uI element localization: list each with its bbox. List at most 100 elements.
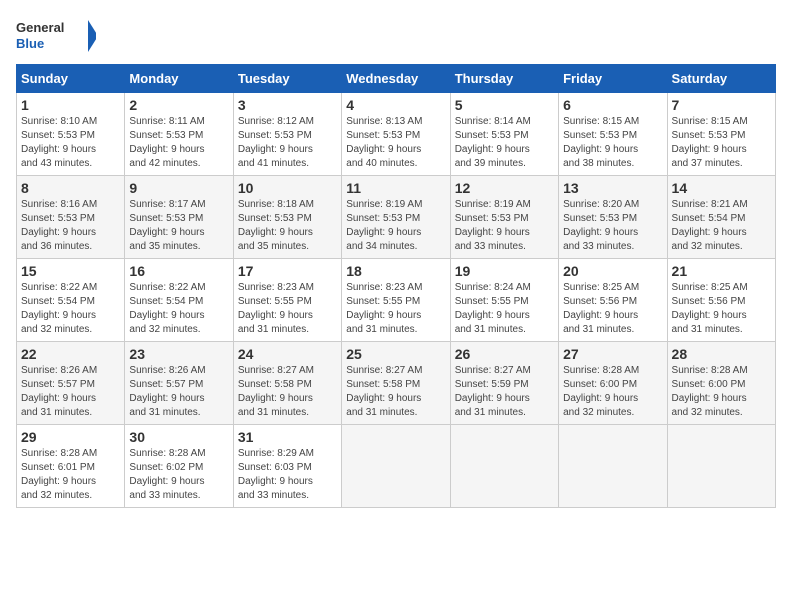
day-info: Sunrise: 8:22 AM Sunset: 5:54 PM Dayligh…: [129, 281, 228, 337]
calendar-header-row: SundayMondayTuesdayWednesdayThursdayFrid…: [17, 65, 776, 93]
calendar-cell: [342, 425, 450, 508]
calendar-week-3: 15 Sunrise: 8:22 AM Sunset: 5:54 PM Dayli…: [17, 259, 776, 342]
calendar-cell: 9 Sunrise: 8:17 AM Sunset: 5:53 PM Daylig…: [125, 176, 233, 259]
day-number: 24: [238, 346, 337, 362]
calendar-cell: 30 Sunrise: 8:28 AM Sunset: 6:02 PM Dayli…: [125, 425, 233, 508]
day-number: 3: [238, 97, 337, 113]
day-info: Sunrise: 8:22 AM Sunset: 5:54 PM Dayligh…: [21, 281, 120, 337]
day-info: Sunrise: 8:15 AM Sunset: 5:53 PM Dayligh…: [672, 115, 771, 171]
logo-svg: General Blue: [16, 16, 96, 56]
day-number: 29: [21, 429, 120, 445]
calendar-cell: 7 Sunrise: 8:15 AM Sunset: 5:53 PM Daylig…: [667, 93, 775, 176]
day-number: 19: [455, 263, 554, 279]
day-info: Sunrise: 8:28 AM Sunset: 6:02 PM Dayligh…: [129, 447, 228, 503]
day-number: 20: [563, 263, 662, 279]
calendar-cell: 5 Sunrise: 8:14 AM Sunset: 5:53 PM Daylig…: [450, 93, 558, 176]
day-number: 27: [563, 346, 662, 362]
day-number: 26: [455, 346, 554, 362]
day-number: 15: [21, 263, 120, 279]
logo: General Blue: [16, 16, 96, 56]
calendar-cell: 16 Sunrise: 8:22 AM Sunset: 5:54 PM Dayli…: [125, 259, 233, 342]
calendar-week-4: 22 Sunrise: 8:26 AM Sunset: 5:57 PM Dayli…: [17, 342, 776, 425]
day-info: Sunrise: 8:28 AM Sunset: 6:00 PM Dayligh…: [563, 364, 662, 420]
day-info: Sunrise: 8:28 AM Sunset: 6:00 PM Dayligh…: [672, 364, 771, 420]
calendar-cell: 18 Sunrise: 8:23 AM Sunset: 5:55 PM Dayli…: [342, 259, 450, 342]
day-number: 14: [672, 180, 771, 196]
svg-text:Blue: Blue: [16, 36, 44, 51]
calendar-cell: 12Sunrise: 8:19 AM Sunset: 5:53 PM Dayli…: [450, 176, 558, 259]
day-info: Sunrise: 8:27 AM Sunset: 5:58 PM Dayligh…: [238, 364, 337, 420]
day-info: Sunrise: 8:11 AM Sunset: 5:53 PM Dayligh…: [129, 115, 228, 171]
calendar-cell: [450, 425, 558, 508]
day-number: 1: [21, 97, 120, 113]
column-header-sunday: Sunday: [17, 65, 125, 93]
calendar-cell: 26 Sunrise: 8:27 AM Sunset: 5:59 PM Dayli…: [450, 342, 558, 425]
calendar-cell: 8 Sunrise: 8:16 AM Sunset: 5:53 PM Daylig…: [17, 176, 125, 259]
day-info: Sunrise: 8:23 AM Sunset: 5:55 PM Dayligh…: [346, 281, 445, 337]
day-number: 11: [346, 180, 445, 196]
day-number: 18: [346, 263, 445, 279]
calendar-cell: 2 Sunrise: 8:11 AM Sunset: 5:53 PM Daylig…: [125, 93, 233, 176]
day-info: Sunrise: 8:26 AM Sunset: 5:57 PM Dayligh…: [21, 364, 120, 420]
day-info: Sunrise: 8:25 AM Sunset: 5:56 PM Dayligh…: [672, 281, 771, 337]
day-info: Sunrise: 8:18 AM Sunset: 5:53 PM Dayligh…: [238, 198, 337, 254]
calendar-cell: [667, 425, 775, 508]
day-info: Sunrise: 8:27 AM Sunset: 5:58 PM Dayligh…: [346, 364, 445, 420]
day-number: 22: [21, 346, 120, 362]
calendar-cell: 3 Sunrise: 8:12 AM Sunset: 5:53 PM Daylig…: [233, 93, 341, 176]
column-header-monday: Monday: [125, 65, 233, 93]
calendar-cell: 20Sunrise: 8:25 AM Sunset: 5:56 PM Dayli…: [559, 259, 667, 342]
calendar-cell: 10 Sunrise: 8:18 AM Sunset: 5:53 PM Dayli…: [233, 176, 341, 259]
calendar-cell: 29 Sunrise: 8:28 AM Sunset: 6:01 PM Dayli…: [17, 425, 125, 508]
day-info: Sunrise: 8:13 AM Sunset: 5:53 PM Dayligh…: [346, 115, 445, 171]
day-number: 16: [129, 263, 228, 279]
day-number: 10: [238, 180, 337, 196]
day-number: 21: [672, 263, 771, 279]
day-info: Sunrise: 8:14 AM Sunset: 5:53 PM Dayligh…: [455, 115, 554, 171]
calendar-cell: 27 Sunrise: 8:28 AM Sunset: 6:00 PM Dayli…: [559, 342, 667, 425]
calendar-cell: 21 Sunrise: 8:25 AM Sunset: 5:56 PM Dayli…: [667, 259, 775, 342]
day-number: 17: [238, 263, 337, 279]
day-number: 23: [129, 346, 228, 362]
calendar-cell: 4 Sunrise: 8:13 AM Sunset: 5:53 PM Daylig…: [342, 93, 450, 176]
calendar-cell: 6 Sunrise: 8:15 AM Sunset: 5:53 PM Daylig…: [559, 93, 667, 176]
day-number: 5: [455, 97, 554, 113]
calendar-cell: 14 Sunrise: 8:21 AM Sunset: 5:54 PM Dayli…: [667, 176, 775, 259]
day-info: Sunrise: 8:29 AM Sunset: 6:03 PM Dayligh…: [238, 447, 337, 503]
day-info: Sunrise: 8:27 AM Sunset: 5:59 PM Dayligh…: [455, 364, 554, 420]
svg-text:General: General: [16, 20, 64, 35]
day-number: 7: [672, 97, 771, 113]
day-number: 2: [129, 97, 228, 113]
day-info: Sunrise: 8:15 AM Sunset: 5:53 PM Dayligh…: [563, 115, 662, 171]
calendar-cell: 11 Sunrise: 8:19 AM Sunset: 5:53 PM Dayli…: [342, 176, 450, 259]
calendar-cell: 24 Sunrise: 8:27 AM Sunset: 5:58 PM Dayli…: [233, 342, 341, 425]
day-number: 6: [563, 97, 662, 113]
column-header-tuesday: Tuesday: [233, 65, 341, 93]
day-info: Sunrise: 8:21 AM Sunset: 5:54 PM Dayligh…: [672, 198, 771, 254]
column-header-saturday: Saturday: [667, 65, 775, 93]
day-info: Sunrise: 8:12 AM Sunset: 5:53 PM Dayligh…: [238, 115, 337, 171]
day-number: 9: [129, 180, 228, 196]
calendar-cell: 19 Sunrise: 8:24 AM Sunset: 5:55 PM Dayli…: [450, 259, 558, 342]
day-info: Sunrise: 8:24 AM Sunset: 5:55 PM Dayligh…: [455, 281, 554, 337]
calendar-cell: 23 Sunrise: 8:26 AM Sunset: 5:57 PM Dayli…: [125, 342, 233, 425]
day-info: Sunrise: 8:28 AM Sunset: 6:01 PM Dayligh…: [21, 447, 120, 503]
day-number: 30: [129, 429, 228, 445]
calendar-week-1: 1Sunrise: 8:10 AM Sunset: 5:53 PM Daylig…: [17, 93, 776, 176]
day-info: Sunrise: 8:26 AM Sunset: 5:57 PM Dayligh…: [129, 364, 228, 420]
day-info: Sunrise: 8:19 AM Sunset: 5:53 PM Dayligh…: [346, 198, 445, 254]
column-header-friday: Friday: [559, 65, 667, 93]
day-info: Sunrise: 8:19 AM Sunset: 5:53 PM Dayligh…: [455, 198, 554, 254]
calendar-cell: 28 Sunrise: 8:28 AM Sunset: 6:00 PM Dayli…: [667, 342, 775, 425]
day-info: Sunrise: 8:16 AM Sunset: 5:53 PM Dayligh…: [21, 198, 120, 254]
day-info: Sunrise: 8:17 AM Sunset: 5:53 PM Dayligh…: [129, 198, 228, 254]
day-number: 31: [238, 429, 337, 445]
day-number: 28: [672, 346, 771, 362]
calendar-cell: 13Sunrise: 8:20 AM Sunset: 5:53 PM Dayli…: [559, 176, 667, 259]
calendar-cell: 15 Sunrise: 8:22 AM Sunset: 5:54 PM Dayli…: [17, 259, 125, 342]
day-number: 4: [346, 97, 445, 113]
calendar-week-2: 8 Sunrise: 8:16 AM Sunset: 5:53 PM Daylig…: [17, 176, 776, 259]
day-info: Sunrise: 8:20 AM Sunset: 5:53 PM Dayligh…: [563, 198, 662, 254]
day-number: 8: [21, 180, 120, 196]
column-header-wednesday: Wednesday: [342, 65, 450, 93]
